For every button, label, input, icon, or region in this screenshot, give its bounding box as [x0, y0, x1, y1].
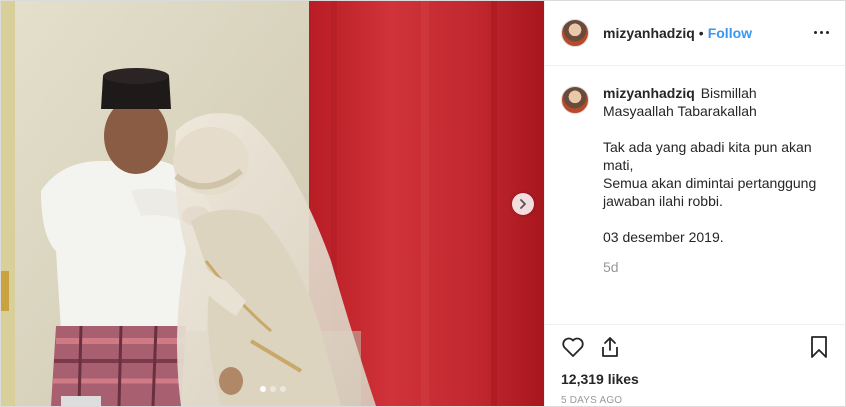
- like-button[interactable]: [561, 336, 585, 358]
- caption-text-line: Tak ada yang abadi kita pun akan mati,: [603, 138, 812, 173]
- carousel-dot: [259, 386, 266, 392]
- share-icon: [602, 337, 618, 357]
- more-options-icon[interactable]: [814, 27, 829, 38]
- caption-body: mizyanhadziq Bismillah Masyaallah Tabara…: [603, 84, 823, 276]
- share-button[interactable]: [599, 335, 621, 359]
- wedding-photo: [1, 1, 544, 406]
- post-photo[interactable]: [1, 1, 544, 406]
- caption-date: 03 desember 2019.: [603, 228, 724, 245]
- save-button[interactable]: [809, 335, 829, 359]
- carousel-dot: [279, 386, 286, 392]
- avatar[interactable]: [561, 18, 589, 47]
- post-timestamp: 5 days ago: [561, 395, 623, 406]
- heart-icon: [562, 337, 584, 357]
- carousel-dot: [269, 386, 276, 392]
- carousel-next-button[interactable]: [512, 193, 534, 215]
- comments-section: mizyanhadziq Bismillah Masyaallah Tabara…: [545, 66, 845, 324]
- action-icons: [561, 325, 829, 369]
- header-separator: •: [698, 24, 704, 41]
- avatar[interactable]: [561, 85, 589, 114]
- post-header: mizyanhadziq • Follow: [545, 1, 845, 66]
- bookmark-icon: [811, 336, 827, 358]
- carousel-indicator: [1, 386, 544, 392]
- likes-count[interactable]: 12,319 likes: [561, 371, 829, 387]
- caption-text-line: Bismillah: [700, 84, 757, 101]
- header-username[interactable]: mizyanhadziq: [603, 25, 695, 41]
- post-side-panel: mizyanhadziq • Follow mizyanhadziq Bismi…: [544, 1, 845, 406]
- caption-text-line: Semua akan dimintai pertanggung jawaban …: [603, 174, 817, 209]
- chevron-right-icon: [520, 199, 526, 209]
- follow-button[interactable]: Follow: [708, 25, 752, 41]
- post-actions: 12,319 likes 5 days ago: [545, 324, 845, 406]
- instagram-post: mizyanhadziq • Follow mizyanhadziq Bismi…: [0, 0, 846, 407]
- caption: mizyanhadziq Bismillah Masyaallah Tabara…: [561, 84, 829, 276]
- caption-text-line: Masyaallah Tabarakallah: [603, 102, 757, 119]
- comment-time[interactable]: 5d: [603, 258, 823, 276]
- caption-username[interactable]: mizyanhadziq: [603, 85, 695, 101]
